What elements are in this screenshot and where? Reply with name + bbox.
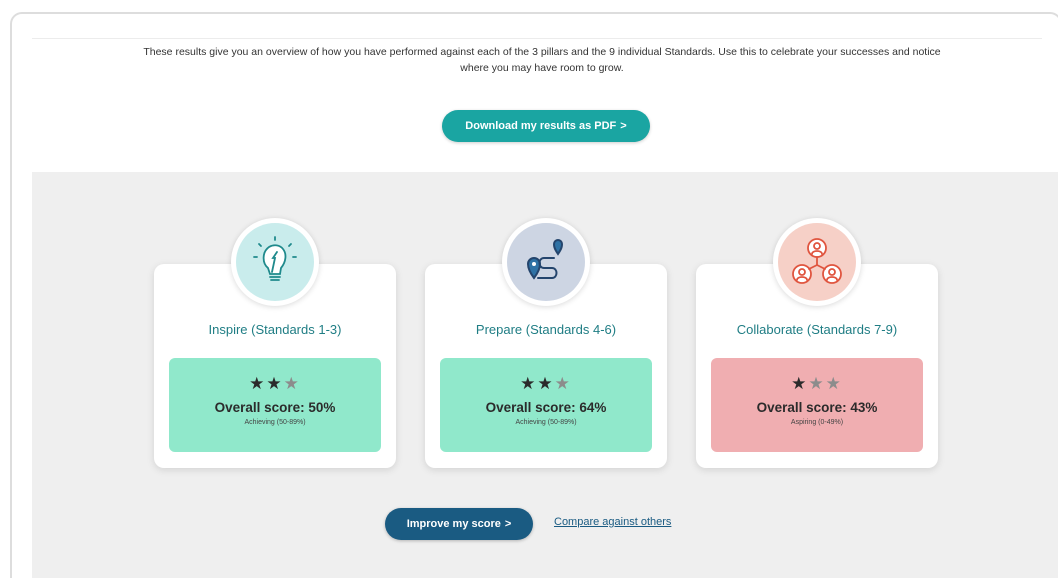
improve-score-label: Improve my score (406, 518, 501, 530)
score-band: Achieving (50-89%) (244, 419, 306, 426)
network-people-icon (778, 223, 856, 301)
overall-score: Overall score: 50% (214, 400, 336, 415)
improve-score-button[interactable]: Improve my score > (385, 508, 533, 540)
pillar-card-collaborate: Collaborate (Standards 7-9) ★★★ Overall … (696, 218, 938, 468)
results-panel: These results give you an overview of ho… (10, 12, 1058, 578)
intro-text: These results give you an overview of ho… (143, 46, 941, 74)
pillar-card-prepare: Prepare (Standards 4-6) ★★★ Overall scor… (425, 218, 667, 468)
chevron-right-icon: > (504, 518, 512, 530)
overall-score: Overall score: 43% (756, 400, 878, 415)
compare-against-others-link[interactable]: Compare against others (554, 516, 671, 528)
star-rating: ★★★ (440, 374, 652, 394)
star-filled-icon: ★ (537, 374, 555, 393)
divider (32, 38, 1042, 39)
score-box: ★★★ Overall score: 64% Achieving (50-89%… (440, 358, 652, 452)
star-filled-icon: ★ (249, 374, 267, 393)
score-box: ★★★ Overall score: 50% Achieving (50-89%… (169, 358, 381, 452)
star-empty-icon: ★ (554, 374, 572, 393)
pillar-title: Inspire (Standards 1-3) (208, 322, 342, 337)
star-empty-icon: ★ (825, 374, 843, 393)
download-pdf-button[interactable]: Download my results as PDF > (442, 110, 650, 142)
score-box: ★★★ Overall score: 43% Aspiring (0-49%) (711, 358, 923, 452)
score-band: Achieving (50-89%) (515, 419, 577, 426)
score-band: Aspiring (0-49%) (790, 419, 844, 426)
download-pdf-label: Download my results as PDF (465, 120, 617, 132)
pillar-icon-badge (231, 218, 319, 306)
pillar-title: Prepare (Standards 4-6) (475, 322, 617, 337)
pillars-section: Inspire (Standards 1-3) ★★★ Overall scor… (32, 172, 1058, 578)
pillar-card-inspire: Inspire (Standards 1-3) ★★★ Overall scor… (154, 218, 396, 468)
star-empty-icon: ★ (283, 374, 301, 393)
pillar-icon-badge (773, 218, 861, 306)
star-rating: ★★★ (711, 374, 923, 394)
star-empty-icon: ★ (808, 374, 826, 393)
pillar-icon-badge (502, 218, 590, 306)
star-filled-icon: ★ (266, 374, 284, 393)
pillar-title: Collaborate (Standards 7-9) (736, 322, 898, 337)
lightbulb-icon (236, 223, 314, 301)
star-filled-icon: ★ (791, 374, 809, 393)
overall-score: Overall score: 64% (485, 400, 607, 415)
chevron-right-icon: > (620, 120, 627, 132)
star-filled-icon: ★ (520, 374, 538, 393)
route-icon (507, 223, 585, 301)
star-rating: ★★★ (169, 374, 381, 394)
